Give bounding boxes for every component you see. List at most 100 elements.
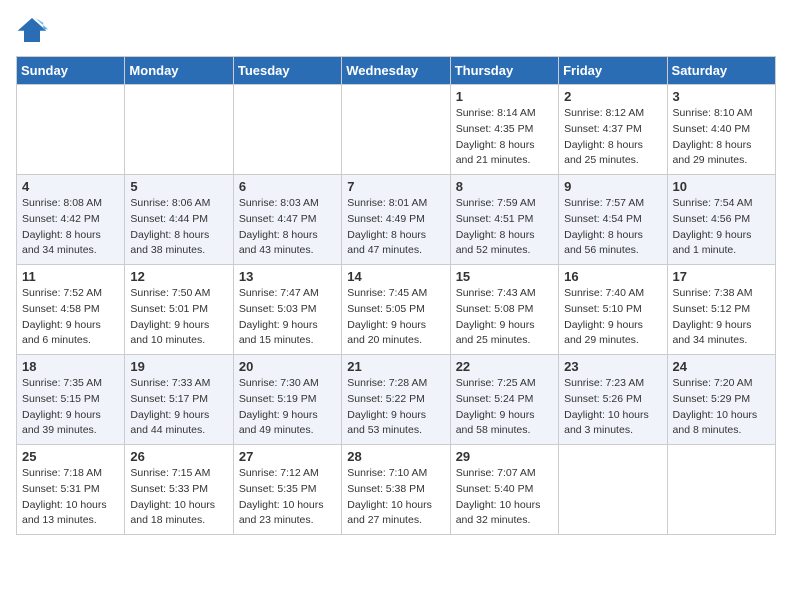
weekday-header: Thursday — [450, 57, 558, 85]
day-number: 22 — [456, 359, 553, 374]
day-info: Sunrise: 7:33 AM Sunset: 5:17 PM Dayligh… — [130, 376, 227, 439]
calendar-cell: 2Sunrise: 8:12 AM Sunset: 4:37 PM Daylig… — [559, 85, 667, 175]
day-info: Sunrise: 7:59 AM Sunset: 4:51 PM Dayligh… — [456, 196, 553, 259]
calendar-cell: 25 Sunrise: 7:18 AM Sunset: 5:31 PM Dayli… — [17, 445, 125, 535]
day-number: 3 — [673, 89, 770, 104]
day-number: 11 — [22, 269, 119, 284]
calendar-cell — [342, 85, 450, 175]
calendar-cell: 12 Sunrise: 7:50 AM Sunset: 5:01 PM Dayli… — [125, 265, 233, 355]
day-number: 16 — [564, 269, 661, 284]
weekday-header: Sunday — [17, 57, 125, 85]
day-number: 17 — [673, 269, 770, 284]
calendar-cell: 19 Sunrise: 7:33 AM Sunset: 5:17 PM Dayli… — [125, 355, 233, 445]
calendar-cell: 1 Sunrise: 8:14 AM Sunset: 4:35 PM Daylig… — [450, 85, 558, 175]
calendar-cell: 17 Sunrise: 7:38 AM Sunset: 5:12 PM Dayli… — [667, 265, 775, 355]
day-number: 15 — [456, 269, 553, 284]
day-number: 1 — [456, 89, 553, 104]
day-info: Sunrise: 8:08 AM Sunset: 4:42 PM Dayligh… — [22, 196, 119, 259]
day-number: 23 — [564, 359, 661, 374]
day-info: Sunrise: 7:30 AM Sunset: 5:19 PM Dayligh… — [239, 376, 336, 439]
day-info: Sunrise: 7:45 AM Sunset: 5:05 PM Dayligh… — [347, 286, 444, 349]
calendar-table: SundayMondayTuesdayWednesdayThursdayFrid… — [16, 56, 776, 535]
day-info: Sunrise: 7:35 AM Sunset: 5:15 PM Dayligh… — [22, 376, 119, 439]
weekday-header: Monday — [125, 57, 233, 85]
weekday-header: Saturday — [667, 57, 775, 85]
calendar-cell: 27 Sunrise: 7:12 AM Sunset: 5:35 PM Dayli… — [233, 445, 341, 535]
calendar-cell — [233, 85, 341, 175]
day-number: 20 — [239, 359, 336, 374]
day-info: Sunrise: 7:07 AM Sunset: 5:40 PM Dayligh… — [456, 466, 553, 529]
day-info: Sunrise: 7:50 AM Sunset: 5:01 PM Dayligh… — [130, 286, 227, 349]
day-number: 5 — [130, 179, 227, 194]
day-number: 4 — [22, 179, 119, 194]
day-info: Sunrise: 8:10 AM Sunset: 4:40 PM Dayligh… — [673, 106, 770, 169]
calendar-cell: 15 Sunrise: 7:43 AM Sunset: 5:08 PM Dayli… — [450, 265, 558, 355]
day-info: Sunrise: 8:06 AM Sunset: 4:44 PM Dayligh… — [130, 196, 227, 259]
weekday-header: Tuesday — [233, 57, 341, 85]
logo — [16, 16, 52, 44]
calendar-cell — [17, 85, 125, 175]
day-info: Sunrise: 7:25 AM Sunset: 5:24 PM Dayligh… — [456, 376, 553, 439]
day-info: Sunrise: 7:28 AM Sunset: 5:22 PM Dayligh… — [347, 376, 444, 439]
day-number: 10 — [673, 179, 770, 194]
day-info: Sunrise: 7:57 AM Sunset: 4:54 PM Dayligh… — [564, 196, 661, 259]
header-area — [16, 16, 776, 44]
day-info: Sunrise: 7:23 AM Sunset: 5:26 PM Dayligh… — [564, 376, 661, 439]
day-info: Sunrise: 7:47 AM Sunset: 5:03 PM Dayligh… — [239, 286, 336, 349]
logo-icon — [16, 16, 48, 44]
day-info: Sunrise: 7:40 AM Sunset: 5:10 PM Dayligh… — [564, 286, 661, 349]
calendar-cell: 18 Sunrise: 7:35 AM Sunset: 5:15 PM Dayli… — [17, 355, 125, 445]
calendar-cell: 5 Sunrise: 8:06 AM Sunset: 4:44 PM Daylig… — [125, 175, 233, 265]
day-number: 24 — [673, 359, 770, 374]
day-info: Sunrise: 7:52 AM Sunset: 4:58 PM Dayligh… — [22, 286, 119, 349]
day-number: 2 — [564, 89, 661, 104]
calendar-cell: 11 Sunrise: 7:52 AM Sunset: 4:58 PM Dayli… — [17, 265, 125, 355]
day-number: 25 — [22, 449, 119, 464]
day-number: 9 — [564, 179, 661, 194]
calendar-cell: 29 Sunrise: 7:07 AM Sunset: 5:40 PM Dayli… — [450, 445, 558, 535]
calendar-cell: 8 Sunrise: 7:59 AM Sunset: 4:51 PM Daylig… — [450, 175, 558, 265]
day-number: 12 — [130, 269, 227, 284]
calendar-cell: 20 Sunrise: 7:30 AM Sunset: 5:19 PM Dayli… — [233, 355, 341, 445]
day-number: 21 — [347, 359, 444, 374]
day-info: Sunrise: 8:03 AM Sunset: 4:47 PM Dayligh… — [239, 196, 336, 259]
day-number: 28 — [347, 449, 444, 464]
calendar-cell: 21 Sunrise: 7:28 AM Sunset: 5:22 PM Dayli… — [342, 355, 450, 445]
day-number: 27 — [239, 449, 336, 464]
calendar-cell: 9 Sunrise: 7:57 AM Sunset: 4:54 PM Daylig… — [559, 175, 667, 265]
calendar-cell — [667, 445, 775, 535]
day-number: 7 — [347, 179, 444, 194]
calendar-cell — [559, 445, 667, 535]
day-number: 13 — [239, 269, 336, 284]
day-info: Sunrise: 8:01 AM Sunset: 4:49 PM Dayligh… — [347, 196, 444, 259]
calendar-cell: 26 Sunrise: 7:15 AM Sunset: 5:33 PM Dayli… — [125, 445, 233, 535]
calendar-cell: 22 Sunrise: 7:25 AM Sunset: 5:24 PM Dayli… — [450, 355, 558, 445]
calendar-cell: 14 Sunrise: 7:45 AM Sunset: 5:05 PM Dayli… — [342, 265, 450, 355]
day-info: Sunrise: 7:20 AM Sunset: 5:29 PM Dayligh… — [673, 376, 770, 439]
day-number: 6 — [239, 179, 336, 194]
weekday-header: Friday — [559, 57, 667, 85]
day-number: 19 — [130, 359, 227, 374]
day-number: 14 — [347, 269, 444, 284]
day-info: Sunrise: 7:15 AM Sunset: 5:33 PM Dayligh… — [130, 466, 227, 529]
calendar-cell: 16 Sunrise: 7:40 AM Sunset: 5:10 PM Dayli… — [559, 265, 667, 355]
calendar-cell: 24 Sunrise: 7:20 AM Sunset: 5:29 PM Dayli… — [667, 355, 775, 445]
day-info: Sunrise: 7:54 AM Sunset: 4:56 PM Dayligh… — [673, 196, 770, 259]
day-info: Sunrise: 7:38 AM Sunset: 5:12 PM Dayligh… — [673, 286, 770, 349]
day-number: 18 — [22, 359, 119, 374]
day-info: Sunrise: 7:43 AM Sunset: 5:08 PM Dayligh… — [456, 286, 553, 349]
day-info: Sunrise: 7:10 AM Sunset: 5:38 PM Dayligh… — [347, 466, 444, 529]
day-info: Sunrise: 7:18 AM Sunset: 5:31 PM Dayligh… — [22, 466, 119, 529]
calendar-cell: 3 Sunrise: 8:10 AM Sunset: 4:40 PM Daylig… — [667, 85, 775, 175]
calendar-cell: 7 Sunrise: 8:01 AM Sunset: 4:49 PM Daylig… — [342, 175, 450, 265]
day-number: 26 — [130, 449, 227, 464]
day-info: Sunrise: 8:14 AM Sunset: 4:35 PM Dayligh… — [456, 106, 553, 169]
calendar-cell: 4 Sunrise: 8:08 AM Sunset: 4:42 PM Daylig… — [17, 175, 125, 265]
day-number: 8 — [456, 179, 553, 194]
day-number: 29 — [456, 449, 553, 464]
calendar-cell: 28 Sunrise: 7:10 AM Sunset: 5:38 PM Dayli… — [342, 445, 450, 535]
calendar-cell: 6 Sunrise: 8:03 AM Sunset: 4:47 PM Daylig… — [233, 175, 341, 265]
calendar-cell: 10 Sunrise: 7:54 AM Sunset: 4:56 PM Dayli… — [667, 175, 775, 265]
calendar-cell — [125, 85, 233, 175]
day-info: Sunrise: 7:12 AM Sunset: 5:35 PM Dayligh… — [239, 466, 336, 529]
